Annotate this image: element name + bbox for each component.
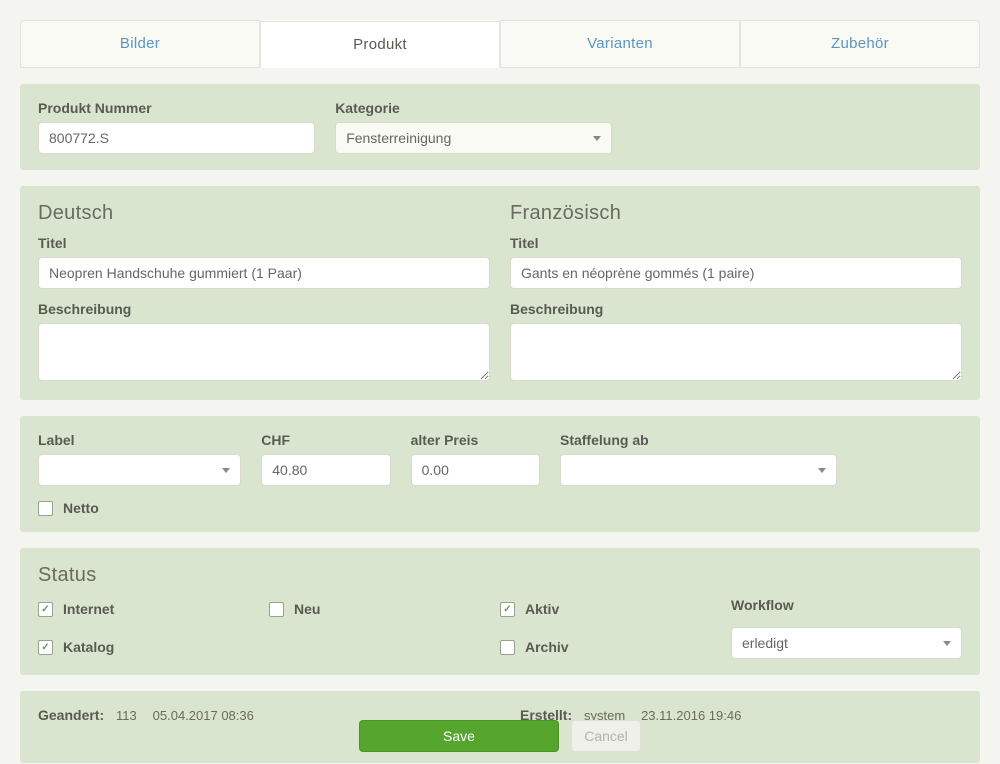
label-select[interactable]: [38, 454, 241, 486]
archiv-checkbox[interactable]: [500, 640, 515, 655]
tab-bilder[interactable]: Bilder: [20, 20, 260, 67]
chevron-down-icon: [222, 468, 230, 473]
tab-produkt[interactable]: Produkt: [260, 21, 500, 68]
katalog-checkbox[interactable]: [38, 640, 53, 655]
category-select-value: Fensterreinigung: [346, 130, 451, 146]
label-product-number: Produkt Nummer: [38, 100, 315, 116]
workflow-select-value: erledigt: [742, 635, 788, 651]
heading-german: Deutsch: [38, 202, 490, 225]
label-french-desc: Beschreibung: [510, 301, 962, 317]
chevron-down-icon: [943, 641, 951, 646]
label-label: Label: [38, 432, 241, 448]
neu-label: Neu: [294, 601, 320, 617]
label-tier: Staffelung ab: [560, 432, 837, 448]
workflow-select[interactable]: erledigt: [731, 627, 962, 659]
product-number-input[interactable]: [38, 122, 315, 154]
label-category: Kategorie: [335, 100, 612, 116]
footer-bar: Save Cancel: [0, 712, 1000, 764]
german-title-input[interactable]: [38, 257, 490, 289]
save-button[interactable]: Save: [359, 720, 559, 752]
label-german-desc: Beschreibung: [38, 301, 490, 317]
internet-label: Internet: [63, 601, 114, 617]
panel-pricing: Label CHF alter Preis Staffelung ab: [20, 416, 980, 532]
german-desc-textarea[interactable]: [38, 323, 490, 381]
aktiv-label: Aktiv: [525, 601, 559, 617]
french-desc-textarea[interactable]: [510, 323, 962, 381]
french-title-input[interactable]: [510, 257, 962, 289]
label-french-title: Titel: [510, 235, 962, 251]
label-german-title: Titel: [38, 235, 490, 251]
neu-checkbox[interactable]: [269, 602, 284, 617]
aktiv-checkbox[interactable]: [500, 602, 515, 617]
panel-product-id: Produkt Nummer Kategorie Fensterreinigun…: [20, 84, 980, 170]
chevron-down-icon: [593, 136, 601, 141]
category-select[interactable]: Fensterreinigung: [335, 122, 612, 154]
tier-select[interactable]: [560, 454, 837, 486]
tab-zubehoer[interactable]: Zubehör: [740, 20, 980, 67]
tab-varianten[interactable]: Varianten: [500, 20, 740, 67]
tabs-bar: Bilder Produkt Varianten Zubehör: [20, 20, 980, 68]
netto-label: Netto: [63, 500, 99, 516]
internet-checkbox[interactable]: [38, 602, 53, 617]
heading-status: Status: [38, 564, 962, 587]
heading-french: Französisch: [510, 202, 962, 225]
panel-languages: Deutsch Titel Beschreibung Französisch T…: [20, 186, 980, 400]
oldprice-input[interactable]: [411, 454, 540, 486]
label-workflow: Workflow: [731, 597, 962, 613]
cancel-button[interactable]: Cancel: [571, 720, 641, 752]
chevron-down-icon: [818, 468, 826, 473]
label-chf: CHF: [261, 432, 390, 448]
archiv-label: Archiv: [525, 639, 569, 655]
chf-input[interactable]: [261, 454, 390, 486]
panel-status: Status Internet Neu Aktiv Workflow Katal…: [20, 548, 980, 675]
katalog-label: Katalog: [63, 639, 114, 655]
label-oldprice: alter Preis: [411, 432, 540, 448]
netto-checkbox[interactable]: [38, 501, 53, 516]
